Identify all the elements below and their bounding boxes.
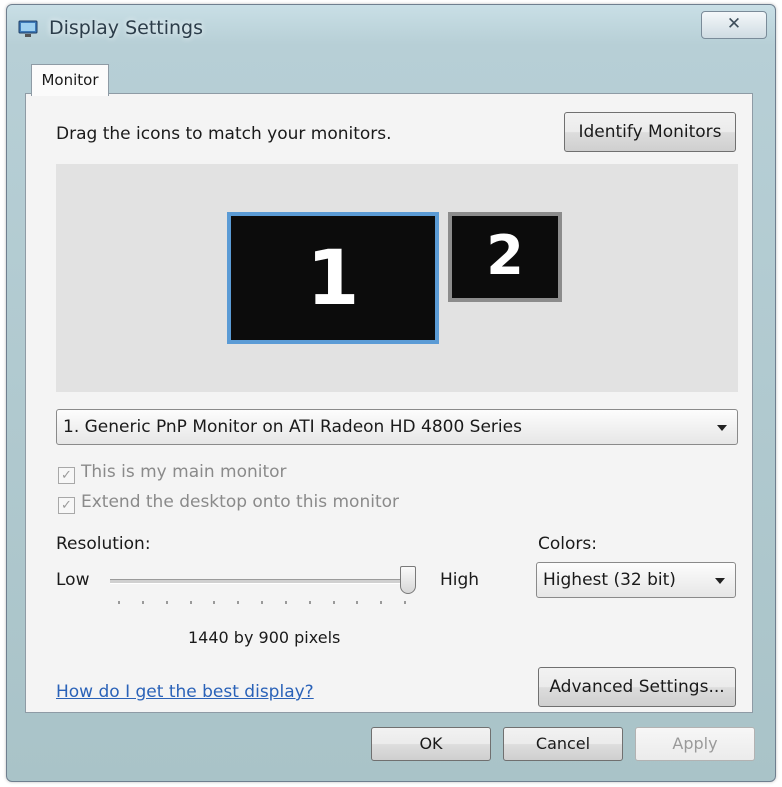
- slider-tick: [118, 601, 120, 604]
- close-icon: ✕: [726, 14, 742, 34]
- extend-desktop-checkbox[interactable]: ✓: [58, 497, 75, 514]
- close-button[interactable]: ✕: [701, 11, 767, 39]
- tab-monitor[interactable]: Monitor: [31, 64, 109, 96]
- resolution-slider-thumb[interactable]: [400, 566, 416, 594]
- slider-tick: [189, 601, 192, 604]
- extend-desktop-checkbox-row[interactable]: ✓ Extend the desktop onto this monitor: [58, 492, 399, 514]
- apply-button[interactable]: Apply: [635, 727, 755, 761]
- main-monitor-label: This is my main monitor: [81, 462, 287, 482]
- slider-tick: [141, 601, 144, 604]
- main-monitor-checkbox[interactable]: ✓: [58, 467, 75, 484]
- monitor-select-value: 1. Generic PnP Monitor on ATI Radeon HD …: [63, 417, 522, 437]
- identify-monitors-button[interactable]: Identify Monitors: [564, 112, 736, 152]
- slider-tick: [332, 601, 335, 604]
- chevron-down-icon: [717, 425, 727, 431]
- display-settings-icon: [18, 20, 38, 37]
- colors-select[interactable]: Highest (32 bit): [536, 562, 736, 598]
- resolution-label: Resolution:: [56, 534, 151, 554]
- chevron-down-icon: [715, 578, 725, 584]
- slider-tick: [237, 601, 240, 604]
- resolution-low-label: Low: [56, 570, 90, 590]
- instruction-text: Drag the icons to match your monitors.: [56, 124, 392, 144]
- resolution-value: 1440 by 900 pixels: [188, 628, 341, 647]
- help-link[interactable]: How do I get the best display?: [56, 682, 314, 702]
- monitor-1-icon[interactable]: 1: [227, 212, 439, 344]
- slider-tick: [284, 601, 287, 604]
- monitor-select[interactable]: 1. Generic PnP Monitor on ATI Radeon HD …: [56, 409, 738, 445]
- window-title: Display Settings: [49, 17, 204, 39]
- slider-tick: [380, 601, 383, 604]
- slider-tick: [356, 601, 359, 604]
- slider-tick: [165, 601, 168, 604]
- colors-select-value: Highest (32 bit): [543, 570, 676, 590]
- monitor-arrangement-area: 1 2: [56, 164, 738, 392]
- resolution-slider-track[interactable]: [110, 579, 412, 584]
- colors-label: Colors:: [538, 534, 597, 554]
- ok-button[interactable]: OK: [371, 727, 491, 761]
- display-settings-window: Display Settings ✕ Monitor Drag the icon…: [6, 4, 776, 782]
- slider-tick: [213, 601, 216, 604]
- resolution-high-label: High: [440, 570, 480, 590]
- slider-tick: [404, 601, 406, 604]
- advanced-settings-button[interactable]: Advanced Settings...: [538, 667, 736, 707]
- slider-tick: [308, 601, 311, 604]
- cancel-button[interactable]: Cancel: [503, 727, 623, 761]
- monitor-2-icon[interactable]: 2: [448, 212, 562, 302]
- monitor-tab-panel: Drag the icons to match your monitors. I…: [25, 93, 753, 713]
- main-monitor-checkbox-row[interactable]: ✓ This is my main monitor: [58, 462, 287, 484]
- slider-tick: [261, 601, 263, 604]
- extend-desktop-label: Extend the desktop onto this monitor: [81, 492, 399, 512]
- title-bar[interactable]: Display Settings ✕: [7, 5, 775, 51]
